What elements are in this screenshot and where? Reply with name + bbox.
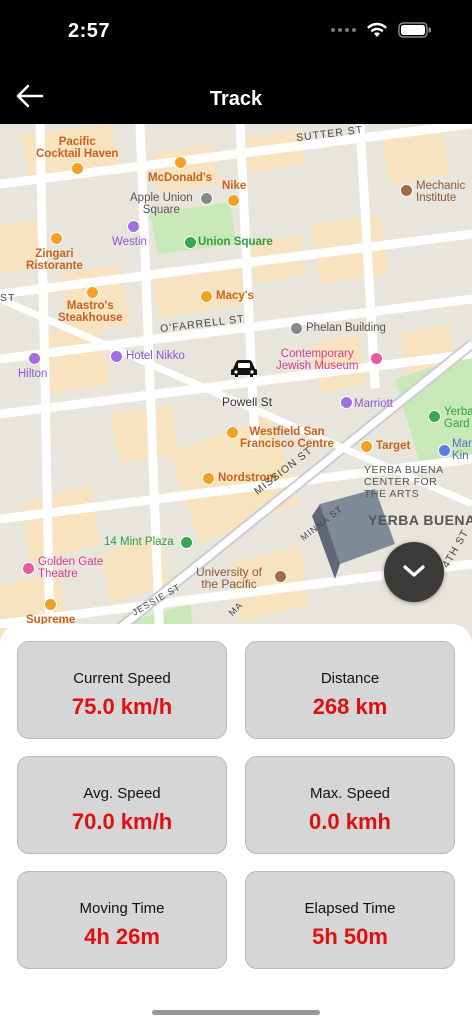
- museum-pin-icon[interactable]: [370, 352, 383, 365]
- wifi-icon: [367, 22, 387, 37]
- status-bar: 2:57: [0, 0, 472, 64]
- stat-label: Distance: [320, 670, 380, 687]
- elapsed-time-card: Elapsed Time 5h 50m: [245, 871, 455, 969]
- stat-label: Max. Speed: [309, 785, 391, 802]
- moving-time-card: Moving Time 4h 26m: [17, 871, 227, 969]
- hotel-pin-icon[interactable]: [28, 352, 41, 365]
- shopping-pin-icon[interactable]: [226, 426, 239, 439]
- shopping-pin-icon[interactable]: [202, 472, 215, 485]
- map-area-label: YERBA BUENA: [368, 512, 472, 528]
- stat-label: Elapsed Time: [304, 900, 396, 917]
- map-poi-label: Apple Union Square: [130, 192, 193, 216]
- shopping-pin-icon[interactable]: [227, 194, 240, 207]
- cellular-signal-icon: [331, 28, 356, 32]
- map-poi-label: Macy's: [216, 290, 254, 302]
- map-poi-label: Target: [376, 440, 411, 452]
- map-poi-label: Marriott: [354, 398, 393, 410]
- stat-label: Current Speed: [73, 670, 171, 687]
- star-pin-icon[interactable]: [438, 444, 451, 457]
- stat-value: 268 km: [312, 694, 388, 719]
- map-poi-label: University of the Pacific: [196, 565, 263, 591]
- stat-value: 5h 50m: [312, 924, 388, 949]
- map-poi-label: Nike: [222, 180, 247, 192]
- stat-label: Avg. Speed: [83, 785, 161, 802]
- map-poi-label: Phelan Building: [306, 322, 386, 334]
- shopping-pin-icon[interactable]: [44, 598, 57, 611]
- map-poi-label: Pacific Cocktail Haven: [36, 136, 119, 160]
- map-poi-label: Yerba Gard: [444, 406, 472, 430]
- map-poi-label: Union Square: [198, 236, 273, 248]
- status-time: 2:57: [68, 20, 111, 42]
- map-poi-label: McDonald's: [148, 172, 213, 184]
- max-speed-card: Max. Speed 0.0 kmh: [245, 756, 455, 854]
- map-poi-label: Mar Kin: [452, 438, 472, 462]
- garden-pin-icon[interactable]: [428, 410, 441, 423]
- map-poi-label: Hilton: [18, 368, 48, 380]
- map-poi-label: Westfield San Francisco Centre: [240, 426, 334, 450]
- stat-value: 4h 26m: [84, 924, 160, 949]
- map-poi-label: YERBA BUENA CENTER FOR THE ARTS: [364, 464, 444, 500]
- current-speed-card: Current Speed 75.0 km/h: [17, 641, 227, 739]
- restaurant-pin-icon[interactable]: [86, 286, 99, 299]
- status-icons: [331, 22, 432, 38]
- collapse-map-button[interactable]: [384, 542, 444, 602]
- stat-value: 75.0 km/h: [71, 694, 173, 719]
- map-street-label: ST: [0, 292, 16, 304]
- plaza-pin-icon[interactable]: [180, 536, 193, 549]
- page-title: Track: [209, 88, 263, 110]
- theatre-pin-icon[interactable]: [22, 562, 35, 575]
- distance-card: Distance 268 km: [245, 641, 455, 739]
- stats-panel: Current Speed 75.0 km/h Distance 268 km …: [0, 624, 472, 1024]
- map-poi-label: Mastro's Steakhouse: [58, 300, 123, 324]
- navigation-bar: Track: [0, 64, 472, 124]
- map-poi-label: Contemporary Jewish Museum: [276, 348, 359, 372]
- map-poi-label: Hotel Nikko: [126, 350, 185, 362]
- map-transit-label: Powell St: [222, 395, 273, 409]
- stat-label: Moving Time: [79, 900, 165, 917]
- hotel-pin-icon[interactable]: [127, 220, 140, 233]
- stat-value: 70.0 km/h: [71, 809, 173, 834]
- landmark-pin-icon[interactable]: [400, 184, 413, 197]
- stat-value: 0.0 kmh: [309, 809, 391, 834]
- shopping-pin-icon[interactable]: [200, 290, 213, 303]
- chevron-down-icon: [403, 565, 425, 577]
- map-poi-label: Westin: [112, 236, 147, 248]
- map-poi-label: Zingari Ristorante: [26, 248, 83, 272]
- park-pin-icon[interactable]: [184, 236, 197, 249]
- home-indicator[interactable]: [152, 1010, 320, 1015]
- map-poi-label: Mechanic Institute: [416, 180, 466, 204]
- building-pin-icon[interactable]: [290, 322, 303, 335]
- shopping-pin-icon[interactable]: [360, 440, 373, 453]
- apple-store-pin-icon[interactable]: [200, 192, 213, 205]
- university-pin-icon[interactable]: [274, 570, 287, 583]
- map-poi-label: 14 Mint Plaza: [104, 536, 174, 548]
- restaurant-pin-icon[interactable]: [174, 156, 187, 169]
- hotel-pin-icon[interactable]: [340, 396, 353, 409]
- avg-speed-card: Avg. Speed 70.0 km/h: [17, 756, 227, 854]
- hotel-pin-icon[interactable]: [110, 350, 123, 363]
- car-icon: [231, 360, 257, 377]
- restaurant-pin-icon[interactable]: [50, 232, 63, 245]
- map-poi-label: Golden Gate Theatre: [38, 556, 104, 580]
- battery-icon: [398, 22, 431, 38]
- cocktail-pin-icon[interactable]: [71, 162, 84, 175]
